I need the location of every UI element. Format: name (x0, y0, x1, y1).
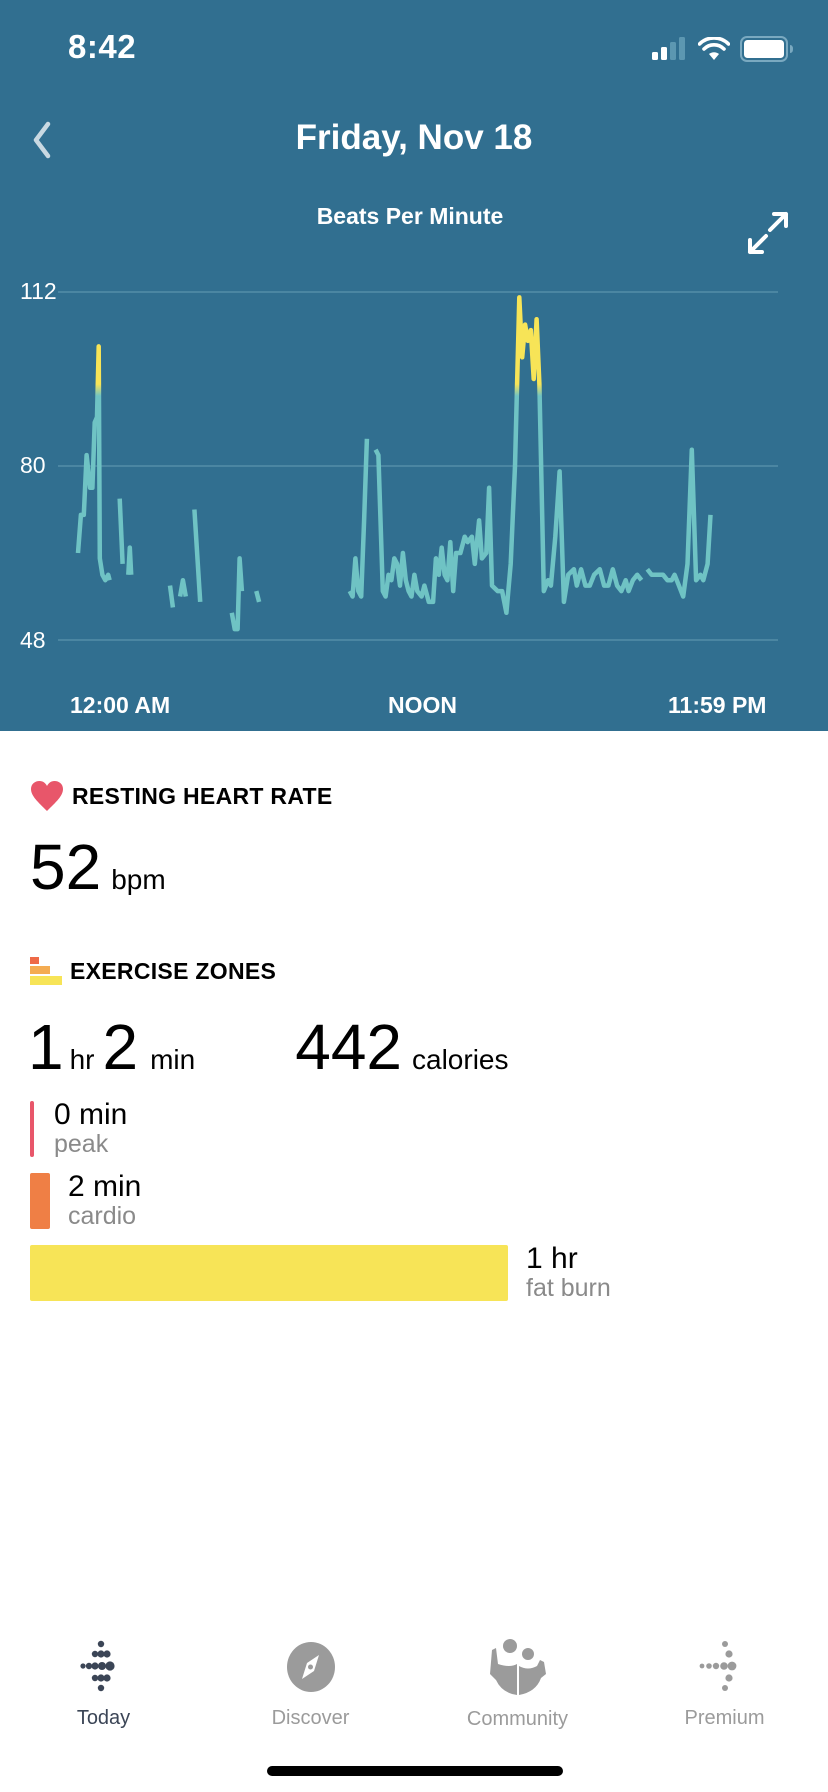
heart-rate-line-segment (75, 344, 112, 583)
y-tick-label: 112 (20, 278, 57, 304)
chart-title: Beats Per Minute (316, 203, 504, 229)
status-time: 8:42 (68, 28, 137, 65)
expand-icon (748, 212, 788, 254)
status-icons (652, 36, 794, 62)
heart-rate-line-segment (347, 438, 370, 599)
fitbit-logo-icon (79, 1640, 115, 1691)
calories-value: 442 (295, 1011, 402, 1083)
home-indicator[interactable] (267, 1766, 563, 1776)
cellular-signal-icon (652, 37, 685, 60)
x-tick-label: 12:00 AM (70, 692, 171, 718)
heart-rate-hero: 8:42 Friday, Nov 18 Beats Per Minute 112… (0, 0, 828, 731)
zone-bar-peak (30, 1100, 34, 1157)
zone-bar-fat-burn (30, 1244, 508, 1301)
total-minutes: 2 (102, 1011, 139, 1083)
y-tick-label: 48 (20, 627, 46, 653)
zone-name: fat burn (526, 1274, 611, 1302)
zone-row-fat-burn: 1 hr fat burn (30, 1244, 611, 1301)
heart-rate-line-segment (126, 545, 134, 575)
exercise-zones-totals: 1 hr 2 min 442 calories (28, 1010, 508, 1084)
resting-heart-rate-header: RESTING HEART RATE (30, 780, 333, 812)
tab-label: Community (466, 1708, 569, 1730)
minutes-unit: min (150, 1044, 196, 1075)
tab-today[interactable]: Today (0, 1620, 207, 1730)
heart-rate-line-segment (177, 577, 189, 597)
heart-rate-line-segment (254, 590, 262, 603)
heart-rate-line-segment (117, 498, 125, 564)
heart-rate-line-segment (192, 509, 203, 603)
community-people-icon (489, 1639, 546, 1695)
exercise-zones-title: EXERCISE ZONES (70, 957, 277, 984)
tab-premium[interactable]: Premium (621, 1620, 828, 1730)
zone-row-peak: 0 min peak (30, 1100, 127, 1157)
total-hours: 1 (28, 1011, 64, 1083)
zone-bar-cardio (30, 1172, 50, 1229)
tab-label: Today (76, 1707, 131, 1729)
heart-icon (31, 781, 63, 811)
tab-community[interactable]: Community (414, 1620, 621, 1730)
tab-discover[interactable]: Discover (207, 1620, 414, 1730)
exercise-zones-header: EXERCISE ZONES (30, 957, 276, 985)
zone-row-cardio: 2 min cardio (30, 1172, 141, 1229)
heart-rate-line-segment (167, 585, 176, 608)
expand-chart-button[interactable] (740, 206, 796, 262)
zone-value: 2 min (68, 1170, 142, 1203)
x-tick-label: 11:59 PM (668, 692, 767, 718)
zone-value: 0 min (54, 1098, 128, 1131)
heart-rate-line-segment (229, 556, 245, 632)
y-tick-label: 80 (20, 452, 46, 478)
resting-heart-rate-unit: bpm (111, 864, 166, 895)
resting-heart-rate-title: RESTING HEART RATE (72, 782, 333, 809)
zone-name: cardio (68, 1202, 137, 1230)
compass-icon (286, 1641, 335, 1692)
zone-name: peak (54, 1130, 109, 1158)
tab-bar: Today Discover Community Premium (0, 1620, 828, 1730)
page-title: Friday, Nov 18 (295, 118, 533, 157)
tab-label: Discover (271, 1707, 350, 1729)
wifi-icon (698, 37, 730, 60)
x-tick-label: NOON (388, 692, 457, 718)
premium-icon (699, 1640, 736, 1691)
heart-rate-line-segment (373, 295, 644, 616)
tab-label: Premium (684, 1707, 765, 1729)
battery-icon (740, 36, 793, 62)
calories-unit: calories (412, 1044, 509, 1075)
heart-rate-line-segment (645, 447, 713, 599)
hours-unit: hr (69, 1044, 95, 1075)
zones-icon (30, 957, 62, 985)
resting-heart-rate-number: 52 (30, 831, 102, 903)
resting-heart-rate-value: 52 bpm (30, 830, 166, 904)
zone-value: 1 hr (526, 1242, 578, 1275)
heart-rate-chart[interactable] (0, 270, 828, 670)
